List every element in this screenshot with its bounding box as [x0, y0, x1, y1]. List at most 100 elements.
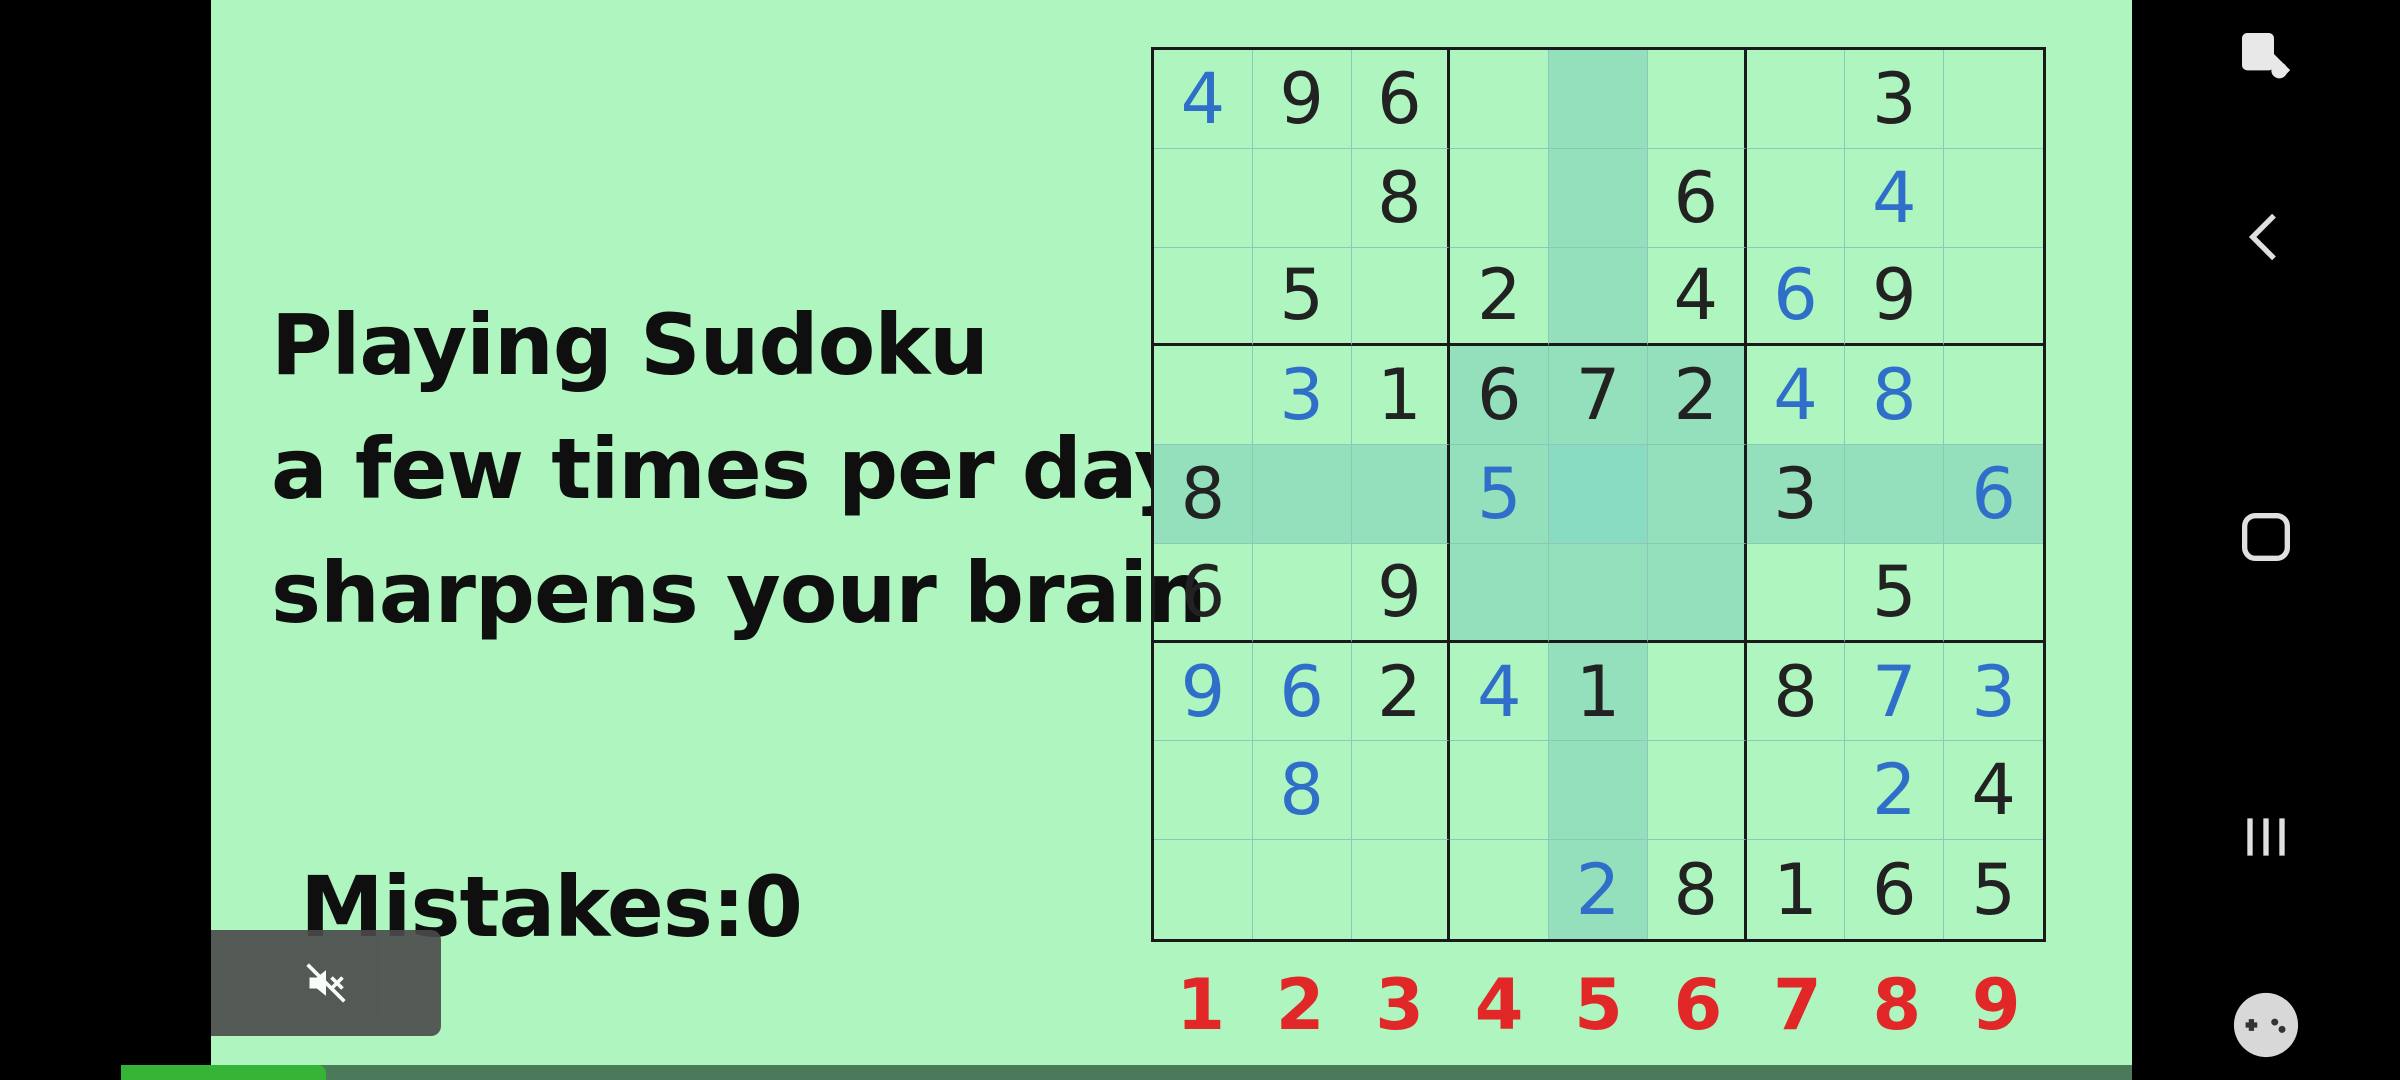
sudoku-cell-r1-c1[interactable]: 4 — [1154, 50, 1253, 149]
sudoku-cell-r8-c6[interactable] — [1647, 741, 1747, 841]
sudoku-cell-r5-c8[interactable] — [1845, 445, 1945, 544]
sudoku-cell-r7-c4[interactable]: 4 — [1450, 642, 1550, 742]
sudoku-cell-r2-c1[interactable] — [1154, 148, 1253, 248]
sudoku-cell-r7-c6[interactable] — [1647, 642, 1747, 742]
sudoku-cell-r3-c3[interactable] — [1351, 247, 1451, 347]
sudoku-cell-r8-c4[interactable] — [1450, 741, 1550, 841]
sudoku-cell-r5-c5[interactable] — [1549, 445, 1648, 544]
numpad-key-9[interactable]: 9 — [1947, 960, 2046, 1050]
back-button[interactable] — [2132, 205, 2400, 269]
sudoku-cell-r6-c7[interactable] — [1746, 543, 1846, 643]
sudoku-cell-r7-c5[interactable]: 1 — [1549, 642, 1648, 742]
sudoku-cell-r4-c8[interactable]: 8 — [1845, 346, 1945, 446]
sudoku-cell-r8-c5[interactable] — [1549, 741, 1648, 841]
sudoku-cell-r2-c2[interactable] — [1252, 148, 1352, 248]
sudoku-cell-r5-c7[interactable]: 3 — [1746, 445, 1846, 544]
sudoku-cell-r7-c1[interactable]: 9 — [1154, 642, 1253, 742]
numpad-key-6[interactable]: 6 — [1648, 960, 1747, 1050]
sudoku-cell-r8-c1[interactable] — [1154, 741, 1253, 841]
sudoku-cell-r2-c6[interactable]: 6 — [1647, 148, 1747, 248]
numpad-key-4[interactable]: 4 — [1449, 960, 1548, 1050]
sudoku-cell-r2-c5[interactable] — [1549, 148, 1648, 248]
sudoku-cell-r1-c9[interactable] — [1944, 50, 2043, 149]
sudoku-cell-r4-c5[interactable]: 7 — [1549, 346, 1648, 446]
sudoku-cell-r1-c7[interactable] — [1746, 50, 1846, 149]
sudoku-cell-r3-c7[interactable]: 6 — [1746, 247, 1846, 347]
numpad-key-1[interactable]: 1 — [1151, 960, 1250, 1050]
numpad-key-3[interactable]: 3 — [1350, 960, 1449, 1050]
sudoku-cell-r5-c4[interactable]: 5 — [1450, 445, 1550, 544]
sudoku-cell-r9-c9[interactable]: 5 — [1944, 840, 2043, 939]
sudoku-cell-r5-c6[interactable] — [1647, 445, 1747, 544]
sudoku-cell-r1-c3[interactable]: 6 — [1351, 50, 1451, 149]
sudoku-cell-r7-c7[interactable]: 8 — [1746, 642, 1846, 742]
sudoku-cell-r4-c2[interactable]: 3 — [1252, 346, 1352, 446]
numpad-key-2[interactable]: 2 — [1250, 960, 1349, 1050]
sudoku-cell-r3-c6[interactable]: 4 — [1647, 247, 1747, 347]
numpad-key-8[interactable]: 8 — [1847, 960, 1946, 1050]
sudoku-cell-r3-c5[interactable] — [1549, 247, 1648, 347]
sudoku-cell-r9-c8[interactable]: 6 — [1845, 840, 1945, 939]
sudoku-cell-r9-c7[interactable]: 1 — [1747, 840, 1846, 939]
sudoku-cell-r4-c4[interactable]: 6 — [1450, 346, 1550, 446]
sudoku-cell-r4-c3[interactable]: 1 — [1351, 346, 1451, 446]
numpad-key-5[interactable]: 5 — [1549, 960, 1648, 1050]
sudoku-cell-r6-c3[interactable]: 9 — [1351, 543, 1451, 643]
sudoku-cell-r1-c2[interactable]: 9 — [1252, 50, 1352, 149]
sudoku-cell-r2-c3[interactable]: 8 — [1351, 148, 1451, 248]
game-launcher-button[interactable] — [2132, 990, 2400, 1060]
sudoku-cell-r7-c9[interactable]: 3 — [1944, 643, 2043, 742]
sudoku-cell-r1-c5[interactable] — [1549, 50, 1648, 149]
sudoku-cell-r6-c8[interactable]: 5 — [1845, 543, 1945, 643]
recents-button[interactable] — [2132, 805, 2400, 869]
numpad-key-7[interactable]: 7 — [1748, 960, 1847, 1050]
sudoku-cell-r1-c6[interactable] — [1647, 50, 1747, 149]
mute-button[interactable] — [211, 930, 441, 1036]
sudoku-cell-r6-c2[interactable] — [1252, 543, 1352, 643]
sudoku-cell-r3-c4[interactable]: 2 — [1450, 247, 1550, 347]
sudoku-cell-r3-c2[interactable]: 5 — [1252, 247, 1352, 347]
sudoku-cell-r7-c3[interactable]: 2 — [1351, 642, 1451, 742]
sudoku-cell-r9-c5[interactable]: 2 — [1549, 840, 1648, 939]
sudoku-cell-r2-c9[interactable] — [1944, 149, 2043, 248]
gamepad-icon — [2233, 992, 2299, 1058]
sudoku-cell-r8-c3[interactable] — [1351, 741, 1451, 841]
sudoku-cell-r6-c6[interactable] — [1647, 543, 1747, 643]
sudoku-cell-r8-c2[interactable]: 8 — [1252, 741, 1352, 841]
sudoku-cell-r9-c3[interactable] — [1352, 840, 1451, 939]
sudoku-cell-r9-c4[interactable] — [1450, 840, 1550, 939]
sudoku-cell-r6-c9[interactable] — [1944, 544, 2043, 643]
sudoku-cell-r4-c6[interactable]: 2 — [1647, 346, 1747, 446]
sudoku-cell-r5-c1[interactable]: 8 — [1154, 445, 1253, 544]
sudoku-cell-r9-c6[interactable]: 8 — [1648, 840, 1747, 939]
sudoku-cell-r4-c1[interactable] — [1154, 346, 1253, 446]
game-screen: Playing Sudoku a few times per day sharp… — [121, 0, 2132, 1080]
sudoku-cell-r8-c7[interactable] — [1746, 741, 1846, 841]
sudoku-cell-r9-c2[interactable] — [1253, 840, 1352, 939]
sudoku-cell-r5-c9[interactable]: 6 — [1944, 445, 2043, 544]
sudoku-cell-r3-c8[interactable]: 9 — [1845, 247, 1945, 347]
sudoku-cell-r1-c8[interactable]: 3 — [1845, 50, 1945, 149]
sudoku-cell-r1-c4[interactable] — [1450, 50, 1550, 149]
screenshot-edit-button[interactable] — [2132, 25, 2400, 89]
sudoku-cell-r6-c4[interactable] — [1450, 543, 1550, 643]
sudoku-cell-r3-c9[interactable] — [1944, 248, 2043, 347]
sudoku-cell-r6-c5[interactable] — [1549, 543, 1648, 643]
sudoku-cell-r4-c9[interactable] — [1944, 346, 2043, 446]
sudoku-cell-r8-c9[interactable]: 4 — [1944, 741, 2043, 841]
sudoku-cell-r4-c7[interactable]: 4 — [1746, 346, 1846, 446]
sudoku-cell-r5-c2[interactable] — [1252, 445, 1352, 544]
sudoku-cell-r7-c2[interactable]: 6 — [1252, 642, 1352, 742]
sudoku-cell-r9-c1[interactable] — [1154, 840, 1253, 939]
sudoku-cell-r7-c8[interactable]: 7 — [1845, 642, 1945, 742]
video-progress-bar[interactable] — [121, 1065, 2132, 1080]
slogan-line-3: sharpens your brain — [271, 544, 1207, 642]
sudoku-cell-r2-c7[interactable] — [1746, 148, 1846, 248]
sudoku-cell-r5-c3[interactable] — [1351, 445, 1451, 544]
sudoku-cell-r8-c8[interactable]: 2 — [1845, 741, 1945, 841]
sudoku-cell-r2-c8[interactable]: 4 — [1845, 148, 1945, 248]
sudoku-cell-r2-c4[interactable] — [1450, 148, 1550, 248]
home-button[interactable] — [2132, 505, 2400, 569]
sudoku-cell-r6-c1[interactable]: 6 — [1154, 543, 1253, 643]
sudoku-cell-r3-c1[interactable] — [1154, 247, 1253, 347]
